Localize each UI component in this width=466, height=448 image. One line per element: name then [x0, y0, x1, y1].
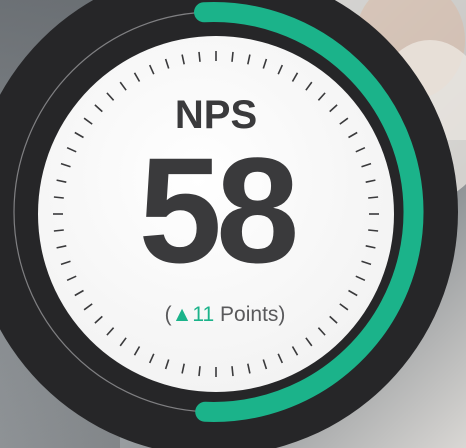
dial-tick [231, 366, 234, 377]
gauge-value: 58 [139, 126, 295, 294]
change-unit: Points) [214, 303, 285, 326]
change-amount: 11 [192, 303, 214, 326]
dial-tick [53, 229, 64, 232]
up-arrow-icon: ▲ [172, 303, 193, 326]
gauge-change: (▲11 Points) [165, 303, 286, 326]
dial-tick [368, 196, 379, 199]
nps-widget: NPS 58 (▲11 Points) [0, 0, 466, 448]
dial-tick [53, 196, 64, 199]
nps-gauge: NPS 58 (▲11 Points) [0, 0, 466, 448]
dial-tick [231, 51, 234, 62]
change-open-paren: ( [165, 303, 172, 326]
dial-tick [368, 229, 379, 232]
dial-tick [198, 51, 201, 62]
dial-tick [198, 366, 201, 377]
